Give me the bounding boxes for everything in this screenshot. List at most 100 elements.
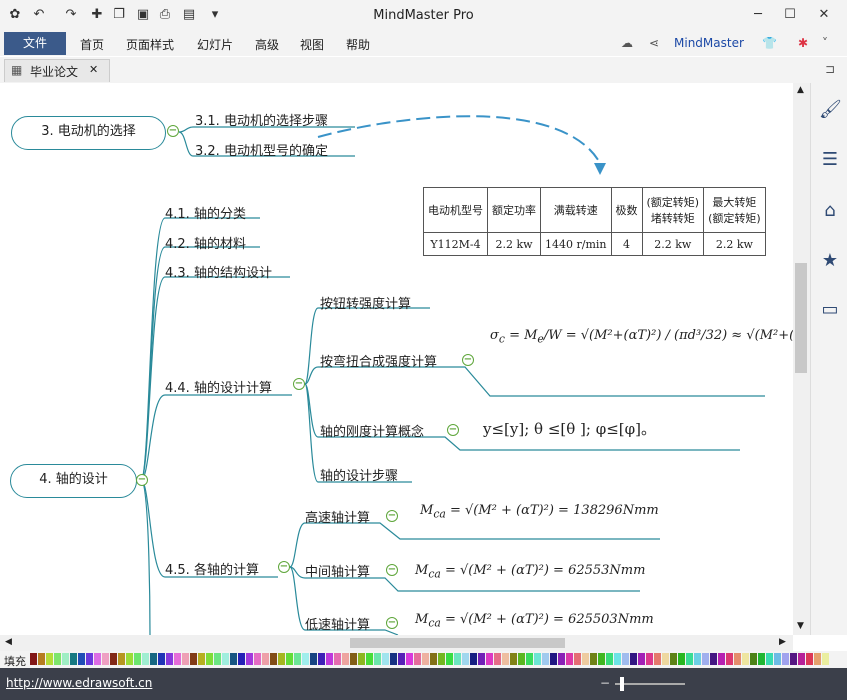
color-swatch[interactable] — [598, 653, 605, 665]
subtopic-4-3[interactable]: 4.3. 轴的结构设计 — [165, 262, 272, 281]
collapse-toggle-icon[interactable]: − — [167, 125, 179, 137]
color-swatch[interactable] — [670, 653, 677, 665]
color-swatch[interactable] — [398, 653, 405, 665]
menu-advanced[interactable]: 高级 — [255, 36, 279, 53]
color-swatch[interactable] — [710, 653, 717, 665]
subtopic-4-5-3[interactable]: 低速轴计算 — [305, 614, 370, 633]
scroll-down-icon[interactable]: ▼ — [797, 621, 804, 631]
topic-3[interactable]: 3. 电动机的选择 — [11, 116, 166, 150]
color-swatch[interactable] — [182, 653, 189, 665]
color-swatch[interactable] — [486, 653, 493, 665]
color-swatch[interactable] — [638, 653, 645, 665]
subtopic-4-2[interactable]: 4.2. 轴的材料 — [165, 233, 246, 252]
scroll-left-icon[interactable]: ◀ — [5, 637, 12, 647]
color-swatch[interactable] — [758, 653, 765, 665]
color-swatch[interactable] — [694, 653, 701, 665]
color-swatch[interactable] — [46, 653, 53, 665]
color-swatch[interactable] — [582, 653, 589, 665]
color-swatch[interactable] — [174, 653, 181, 665]
subtopic-3-2[interactable]: 3.2. 电动机型号的确定 — [195, 140, 328, 159]
color-swatch[interactable] — [774, 653, 781, 665]
color-swatch[interactable] — [446, 653, 453, 665]
menu-help[interactable]: 帮助 — [346, 36, 370, 53]
color-swatch[interactable] — [126, 653, 133, 665]
menu-view[interactable]: 视图 — [300, 36, 324, 53]
color-swatch[interactable] — [198, 653, 205, 665]
color-swatch[interactable] — [630, 653, 637, 665]
color-swatch[interactable] — [686, 653, 693, 665]
color-swatch[interactable] — [550, 653, 557, 665]
color-swatch[interactable] — [806, 653, 813, 665]
color-swatch[interactable] — [310, 653, 317, 665]
color-swatch[interactable] — [566, 653, 573, 665]
color-swatch[interactable] — [118, 653, 125, 665]
color-swatch[interactable] — [318, 653, 325, 665]
color-swatch[interactable] — [782, 653, 789, 665]
color-swatch[interactable] — [414, 653, 421, 665]
color-swatch[interactable] — [542, 653, 549, 665]
color-swatch[interactable] — [734, 653, 741, 665]
format-brush-icon[interactable]: 🖌 — [819, 99, 842, 121]
color-swatch[interactable] — [406, 653, 413, 665]
horizontal-scrollbar[interactable]: ◀ ▶ — [0, 635, 793, 651]
horizontal-scroll-thumb[interactable] — [350, 638, 565, 648]
color-swatch[interactable] — [438, 653, 445, 665]
color-swatch[interactable] — [462, 653, 469, 665]
color-swatch[interactable] — [654, 653, 661, 665]
color-swatch[interactable] — [214, 653, 221, 665]
subtopic-4-5-2[interactable]: 中间轴计算 — [305, 561, 370, 580]
color-swatch[interactable] — [254, 653, 261, 665]
mindmap-canvas[interactable]: 3. 电动机的选择 − 3.1. 电动机的选择步骤 3.2. 电动机型号的确定 … — [0, 83, 793, 635]
clipart-icon[interactable]: ⌂ — [819, 200, 841, 222]
outline-icon[interactable]: ☰ — [819, 149, 841, 171]
color-swatch[interactable] — [726, 653, 733, 665]
color-swatch[interactable] — [54, 653, 61, 665]
color-swatch[interactable] — [614, 653, 621, 665]
pin-icon[interactable]: ⊐ — [825, 62, 835, 76]
cloud-icon[interactable]: ☁ — [621, 36, 633, 50]
subtopic-4-4-2[interactable]: 按弯扭合成强度计算 — [320, 351, 437, 370]
color-swatch[interactable] — [558, 653, 565, 665]
color-swatch[interactable] — [590, 653, 597, 665]
color-swatch[interactable] — [350, 653, 357, 665]
collapse-toggle-icon[interactable]: − — [136, 474, 148, 486]
color-swatch[interactable] — [262, 653, 269, 665]
topic-4[interactable]: 4. 轴的设计 — [10, 464, 137, 498]
mark-icon[interactable]: ★ — [819, 250, 841, 272]
color-swatch[interactable] — [678, 653, 685, 665]
color-swatch[interactable] — [430, 653, 437, 665]
color-swatch[interactable] — [286, 653, 293, 665]
minimize-button[interactable]: ─ — [743, 5, 773, 25]
close-button[interactable]: ✕ — [809, 5, 839, 25]
color-swatch[interactable] — [718, 653, 725, 665]
color-swatch[interactable] — [742, 653, 749, 665]
subtopic-4-5-1[interactable]: 高速轴计算 — [305, 507, 370, 526]
color-swatch[interactable] — [206, 653, 213, 665]
menu-slides[interactable]: 幻灯片 — [197, 36, 233, 53]
color-swatch[interactable] — [382, 653, 389, 665]
color-swatch[interactable] — [70, 653, 77, 665]
zoom-slider-handle[interactable] — [620, 677, 624, 691]
collapse-toggle-icon[interactable]: − — [386, 617, 398, 629]
color-swatch[interactable] — [702, 653, 709, 665]
color-swatch[interactable] — [574, 653, 581, 665]
color-swatch[interactable] — [150, 653, 157, 665]
color-swatch[interactable] — [110, 653, 117, 665]
color-swatch[interactable] — [190, 653, 197, 665]
color-swatch[interactable] — [502, 653, 509, 665]
color-swatch[interactable] — [366, 653, 373, 665]
app-store-icon[interactable]: ✱ — [798, 36, 808, 50]
color-swatch[interactable] — [822, 653, 829, 665]
scroll-up-icon[interactable]: ▲ — [797, 85, 804, 95]
website-link[interactable]: http://www.edrawsoft.cn — [6, 676, 152, 690]
color-swatch[interactable] — [526, 653, 533, 665]
collapse-ribbon-icon[interactable]: ˅ — [822, 36, 828, 50]
maximize-button[interactable]: ☐ — [775, 5, 805, 25]
color-swatch[interactable] — [798, 653, 805, 665]
share-icon[interactable]: ⋖ — [649, 36, 659, 50]
menu-home[interactable]: 首页 — [80, 36, 104, 53]
color-swatch[interactable] — [606, 653, 613, 665]
color-swatch[interactable] — [30, 653, 37, 665]
color-swatch[interactable] — [494, 653, 501, 665]
color-swatch[interactable] — [334, 653, 341, 665]
